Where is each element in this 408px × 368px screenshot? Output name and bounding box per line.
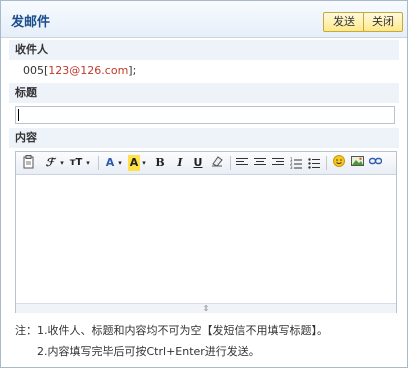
paste-icon[interactable] [22, 155, 36, 171]
recipients-label: 收件人 [9, 40, 399, 60]
close-button[interactable]: 关闭 [363, 12, 403, 32]
font-color-dropdown-icon[interactable]: ▾ [116, 155, 124, 171]
recipient-suffix: ]; [128, 64, 137, 77]
rich-text-editor: ℱ ▾ тT ▾ A ▾ A ▾ B I U 123 ⇕ [15, 151, 397, 313]
underline-button[interactable]: U [192, 155, 204, 171]
font-size-dropdown-icon[interactable]: ▾ [84, 155, 92, 171]
font-color-icon[interactable]: A [104, 155, 116, 171]
emoticon-icon[interactable] [332, 155, 346, 171]
dialog-titlebar: 发邮件 发送 关闭 [1, 1, 407, 38]
toolbar-separator [230, 156, 231, 170]
bullet-list-icon[interactable] [308, 157, 320, 169]
content-edit-area[interactable] [16, 175, 396, 303]
subject-label: 标题 [9, 83, 399, 103]
italic-button[interactable]: I [174, 155, 186, 171]
insert-image-icon[interactable] [350, 155, 364, 171]
toolbar-separator [326, 156, 327, 170]
recipient-prefix: 005[ [23, 64, 49, 77]
text-caret [18, 109, 19, 121]
align-right-icon[interactable] [272, 158, 284, 168]
align-center-icon[interactable] [254, 158, 266, 168]
send-button[interactable]: 发送 [323, 12, 365, 32]
recipient-address: 123@126.com [48, 64, 129, 77]
bold-button[interactable]: B [154, 155, 166, 171]
toolbar-separator [98, 156, 99, 170]
svg-text:3: 3 [290, 165, 293, 169]
font-family-icon[interactable]: ℱ [42, 155, 58, 171]
note-line-1: 注：1.收件人、标题和内容均不可为空【发短信不用填写标题】。 [15, 324, 328, 337]
subject-input[interactable] [15, 106, 395, 124]
insert-link-icon[interactable] [368, 155, 382, 171]
align-left-icon[interactable] [236, 158, 248, 168]
eraser-icon[interactable] [210, 155, 224, 171]
font-family-dropdown-icon[interactable]: ▾ [58, 155, 66, 171]
content-label: 内容 [9, 128, 399, 148]
note-line-2: 2.内容填写完毕后可按Ctrl+Enter进行发送。 [37, 345, 260, 358]
highlight-color-icon[interactable]: A [128, 155, 140, 171]
highlight-dropdown-icon[interactable]: ▾ [140, 155, 148, 171]
dialog-title: 发邮件 [11, 15, 51, 30]
ordered-list-icon[interactable]: 123 [290, 157, 302, 170]
font-size-icon[interactable]: тT [68, 155, 84, 171]
recipients-field[interactable]: 005[123@126.com]; [23, 64, 136, 77]
editor-resize-handle[interactable]: ⇕ [16, 303, 396, 313]
editor-toolbar: ℱ ▾ тT ▾ A ▾ A ▾ B I U 123 [16, 152, 396, 175]
compose-mail-dialog: 发邮件 发送 关闭 收件人 005[123@126.com]; 标题 内容 ℱ … [0, 0, 408, 368]
